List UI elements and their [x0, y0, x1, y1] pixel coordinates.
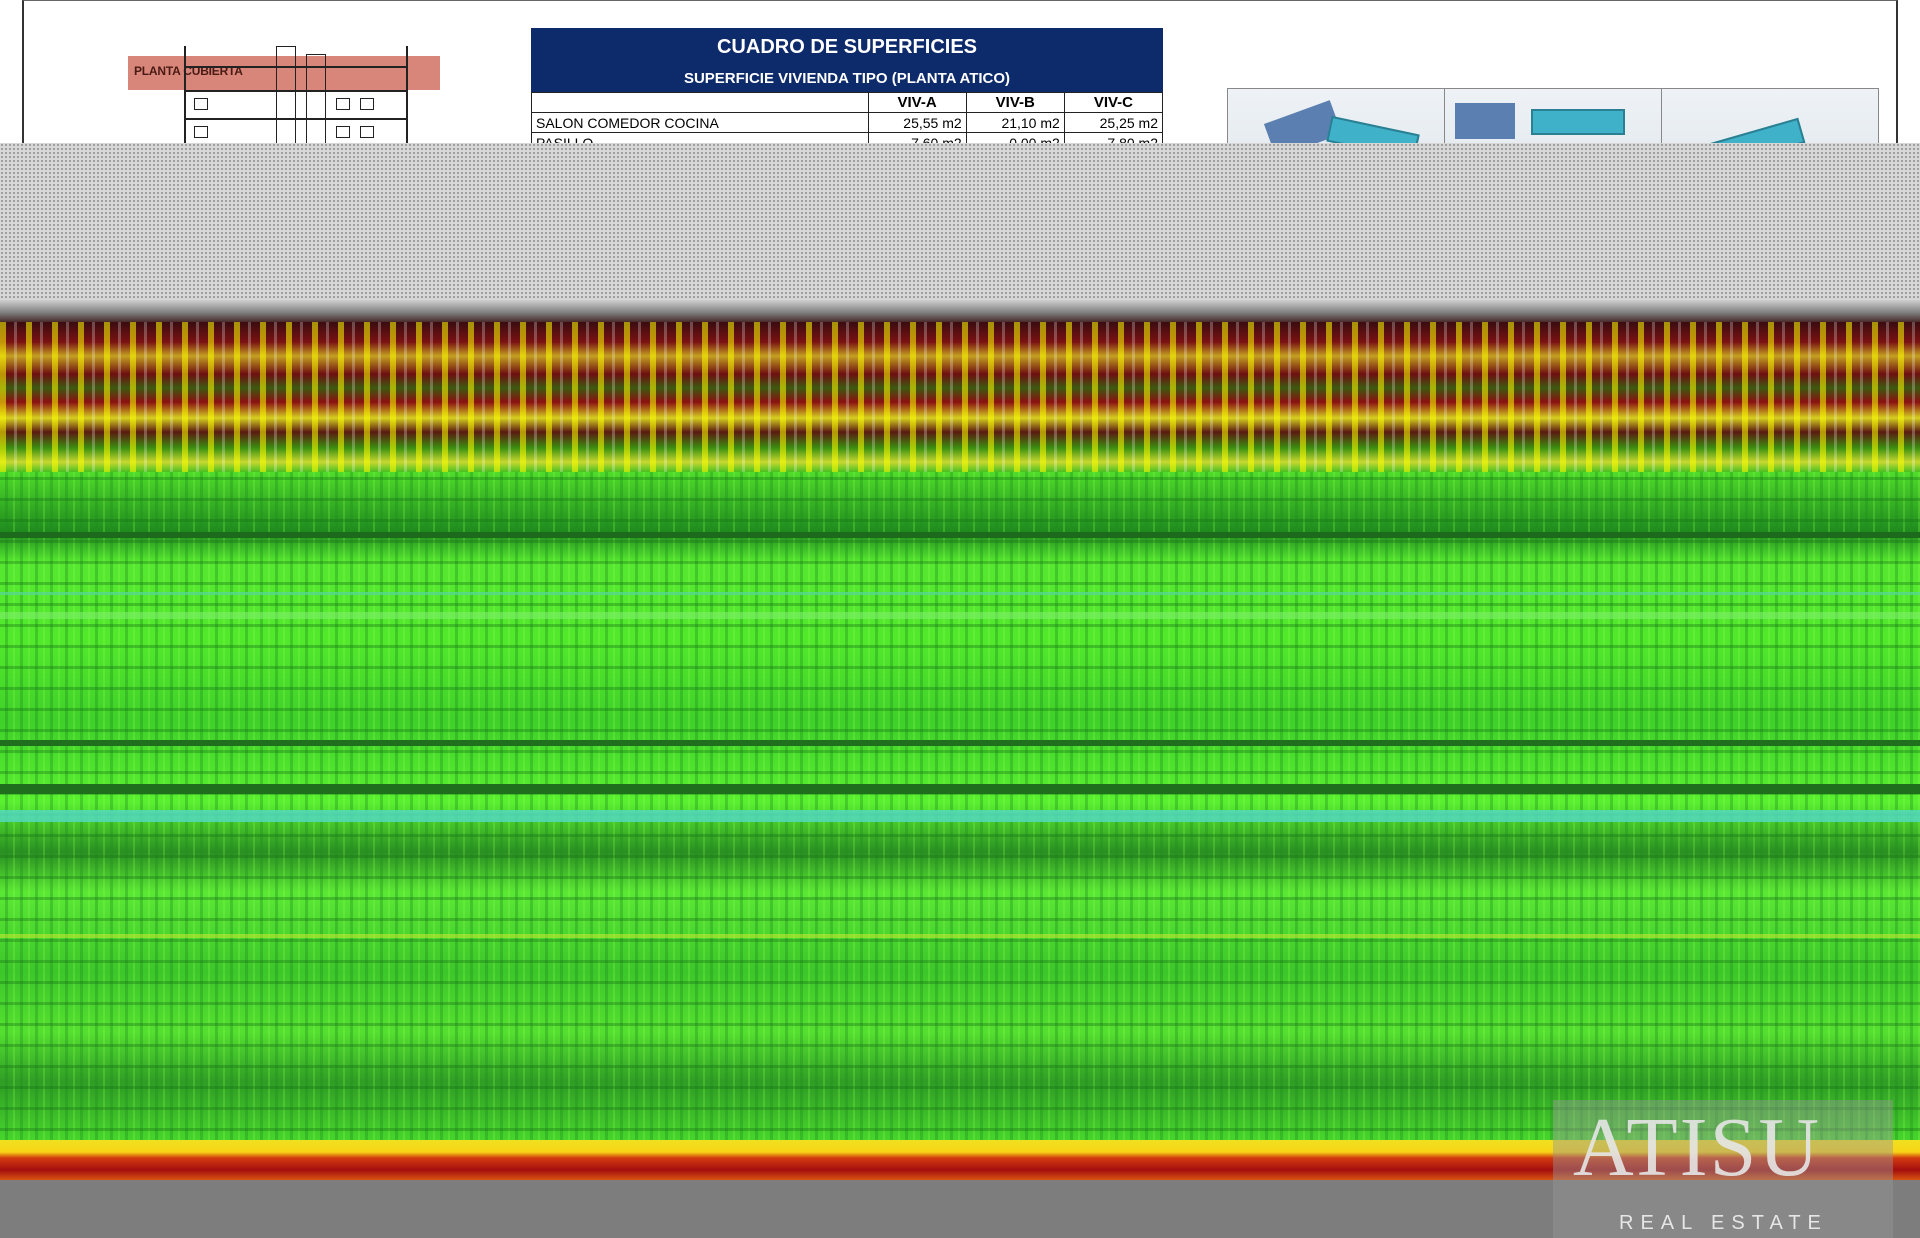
terrace-shape: [1455, 103, 1515, 139]
glitch-stripe: [0, 810, 1920, 822]
window-icon: [336, 126, 350, 138]
corrupted-red-yellow-band: [0, 322, 1920, 472]
table-header-row: VIV-A VIV-B VIV-C: [531, 92, 1164, 113]
glitch-stripe: [0, 740, 1920, 746]
table-subtitle: SUPERFICIE VIVIENDA TIPO (PLANTA ATICO): [683, 70, 1011, 87]
corrupted-green-region: [0, 472, 1920, 1140]
watermark-tagline: REAL ESTATE: [1619, 1212, 1828, 1234]
column-header: VIV-A: [867, 92, 967, 113]
glitch-stripe: [0, 532, 1920, 538]
column-header: [531, 92, 869, 113]
window-icon: [360, 98, 374, 110]
window-icon: [360, 126, 374, 138]
corrupted-transition: [0, 300, 1920, 322]
table-title: CUADRO DE SUPERFICIES: [716, 36, 978, 58]
glitch-stripe: [0, 612, 1920, 619]
glitch-stripe: [0, 784, 1920, 794]
pool-shape: [1531, 109, 1625, 135]
area-value: 21,10 m2: [965, 112, 1065, 133]
column-header: VIV-B: [965, 92, 1065, 113]
window-icon: [336, 98, 350, 110]
glitch-stripe: [0, 592, 1920, 595]
window-icon: [194, 98, 208, 110]
table-header: CUADRO DE SUPERFICIES SUPERFICIE VIVIEND…: [531, 28, 1163, 92]
floor-line: [186, 66, 406, 68]
area-value: 25,55 m2: [867, 112, 967, 133]
column-header: VIV-C: [1063, 92, 1164, 113]
corrupted-dot-region: [0, 143, 1920, 318]
floor-line: [186, 90, 406, 92]
glitch-stripe: [0, 934, 1920, 938]
surface-table: CUADRO DE SUPERFICIES SUPERFICIE VIVIEND…: [531, 28, 1164, 153]
room-name: SALON COMEDOR COCINA: [531, 112, 869, 133]
window-icon: [194, 126, 208, 138]
table-row: SALON COMEDOR COCINA 25,55 m2 21,10 m2 2…: [531, 112, 1164, 133]
floor-line: [186, 118, 406, 120]
watermark: ATISU REAL ESTATE: [1553, 1100, 1893, 1238]
watermark-logo: ATISU: [1573, 1101, 1822, 1194]
area-value: 25,25 m2: [1063, 112, 1164, 133]
